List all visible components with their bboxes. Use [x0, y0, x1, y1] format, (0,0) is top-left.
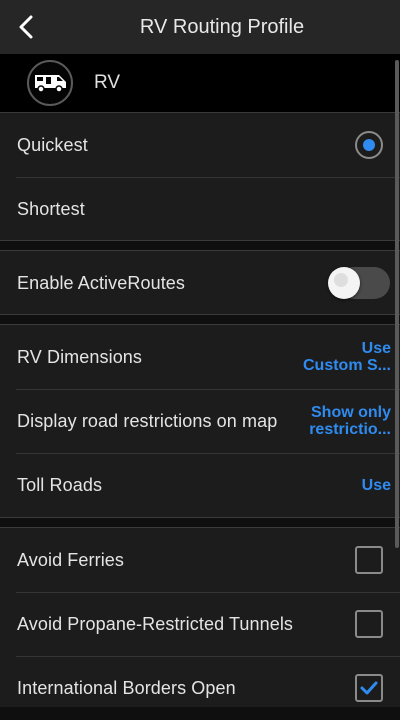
avoid-ferries-row[interactable]: Avoid Ferries	[0, 528, 400, 592]
vehicle-profile-row[interactable]: RV	[0, 54, 400, 112]
route-type-group: Quickest Shortest	[0, 112, 400, 241]
value-line: Use	[361, 476, 391, 494]
scrollbar[interactable]	[395, 60, 399, 548]
route-settings-group: RV Dimensions Use Custom S... Display ro…	[0, 324, 400, 518]
checkmark-icon	[360, 681, 378, 695]
value-line: Custom S...	[302, 357, 391, 374]
road-restrictions-row[interactable]: Display road restrictions on map Show on…	[0, 389, 400, 453]
rv-dimensions-row[interactable]: RV Dimensions Use Custom S...	[0, 325, 400, 389]
avoid-propane-tunnels-row[interactable]: Avoid Propane-Restricted Tunnels	[0, 592, 400, 656]
quickest-radio[interactable]	[355, 131, 383, 159]
rv-dimensions-label: RV Dimensions	[17, 346, 143, 367]
route-option-label: Shortest	[17, 198, 85, 219]
road-restrictions-label: Display road restrictions on map	[17, 410, 278, 431]
avoidances-group: Avoid Ferries Avoid Propane-Restricted T…	[0, 527, 400, 707]
back-button[interactable]	[8, 9, 44, 45]
avoid-propane-tunnels-checkbox[interactable]	[355, 610, 383, 638]
toll-roads-row[interactable]: Toll Roads Use	[0, 453, 400, 517]
route-option-label: Quickest	[17, 134, 88, 155]
vehicle-name: RV	[94, 72, 121, 93]
active-routes-group: Enable ActiveRoutes	[0, 250, 400, 315]
rv-dimensions-value[interactable]: Use Custom S...	[303, 340, 391, 374]
route-option-quickest[interactable]: Quickest	[0, 113, 400, 177]
international-borders-label: International Borders Open	[17, 677, 236, 698]
avoid-propane-tunnels-label: Avoid Propane-Restricted Tunnels	[17, 613, 294, 634]
value-line: Show only	[311, 404, 391, 421]
route-option-shortest[interactable]: Shortest	[0, 177, 400, 241]
international-borders-row[interactable]: International Borders Open	[0, 656, 400, 720]
road-restrictions-value[interactable]: Show only restrictio...	[309, 404, 391, 438]
toggle-knob	[328, 267, 360, 299]
value-line: Use	[361, 340, 391, 357]
app-header: RV Routing Profile	[0, 0, 400, 54]
rv-icon	[35, 75, 66, 93]
radio-selected-dot	[363, 139, 375, 151]
avoid-ferries-checkbox[interactable]	[355, 546, 383, 574]
international-borders-checkbox[interactable]	[355, 674, 383, 702]
active-routes-label: Enable ActiveRoutes	[17, 272, 186, 293]
page-title: RV Routing Profile	[139, 15, 305, 38]
active-routes-toggle[interactable]	[328, 267, 390, 299]
toll-roads-value[interactable]: Use	[362, 477, 391, 494]
active-routes-row[interactable]: Enable ActiveRoutes	[0, 251, 400, 315]
value-line: restrictio...	[309, 421, 391, 438]
chevron-left-icon	[19, 15, 33, 39]
vehicle-avatar	[27, 60, 73, 106]
avoid-ferries-label: Avoid Ferries	[17, 549, 125, 570]
toll-roads-label: Toll Roads	[17, 474, 103, 495]
